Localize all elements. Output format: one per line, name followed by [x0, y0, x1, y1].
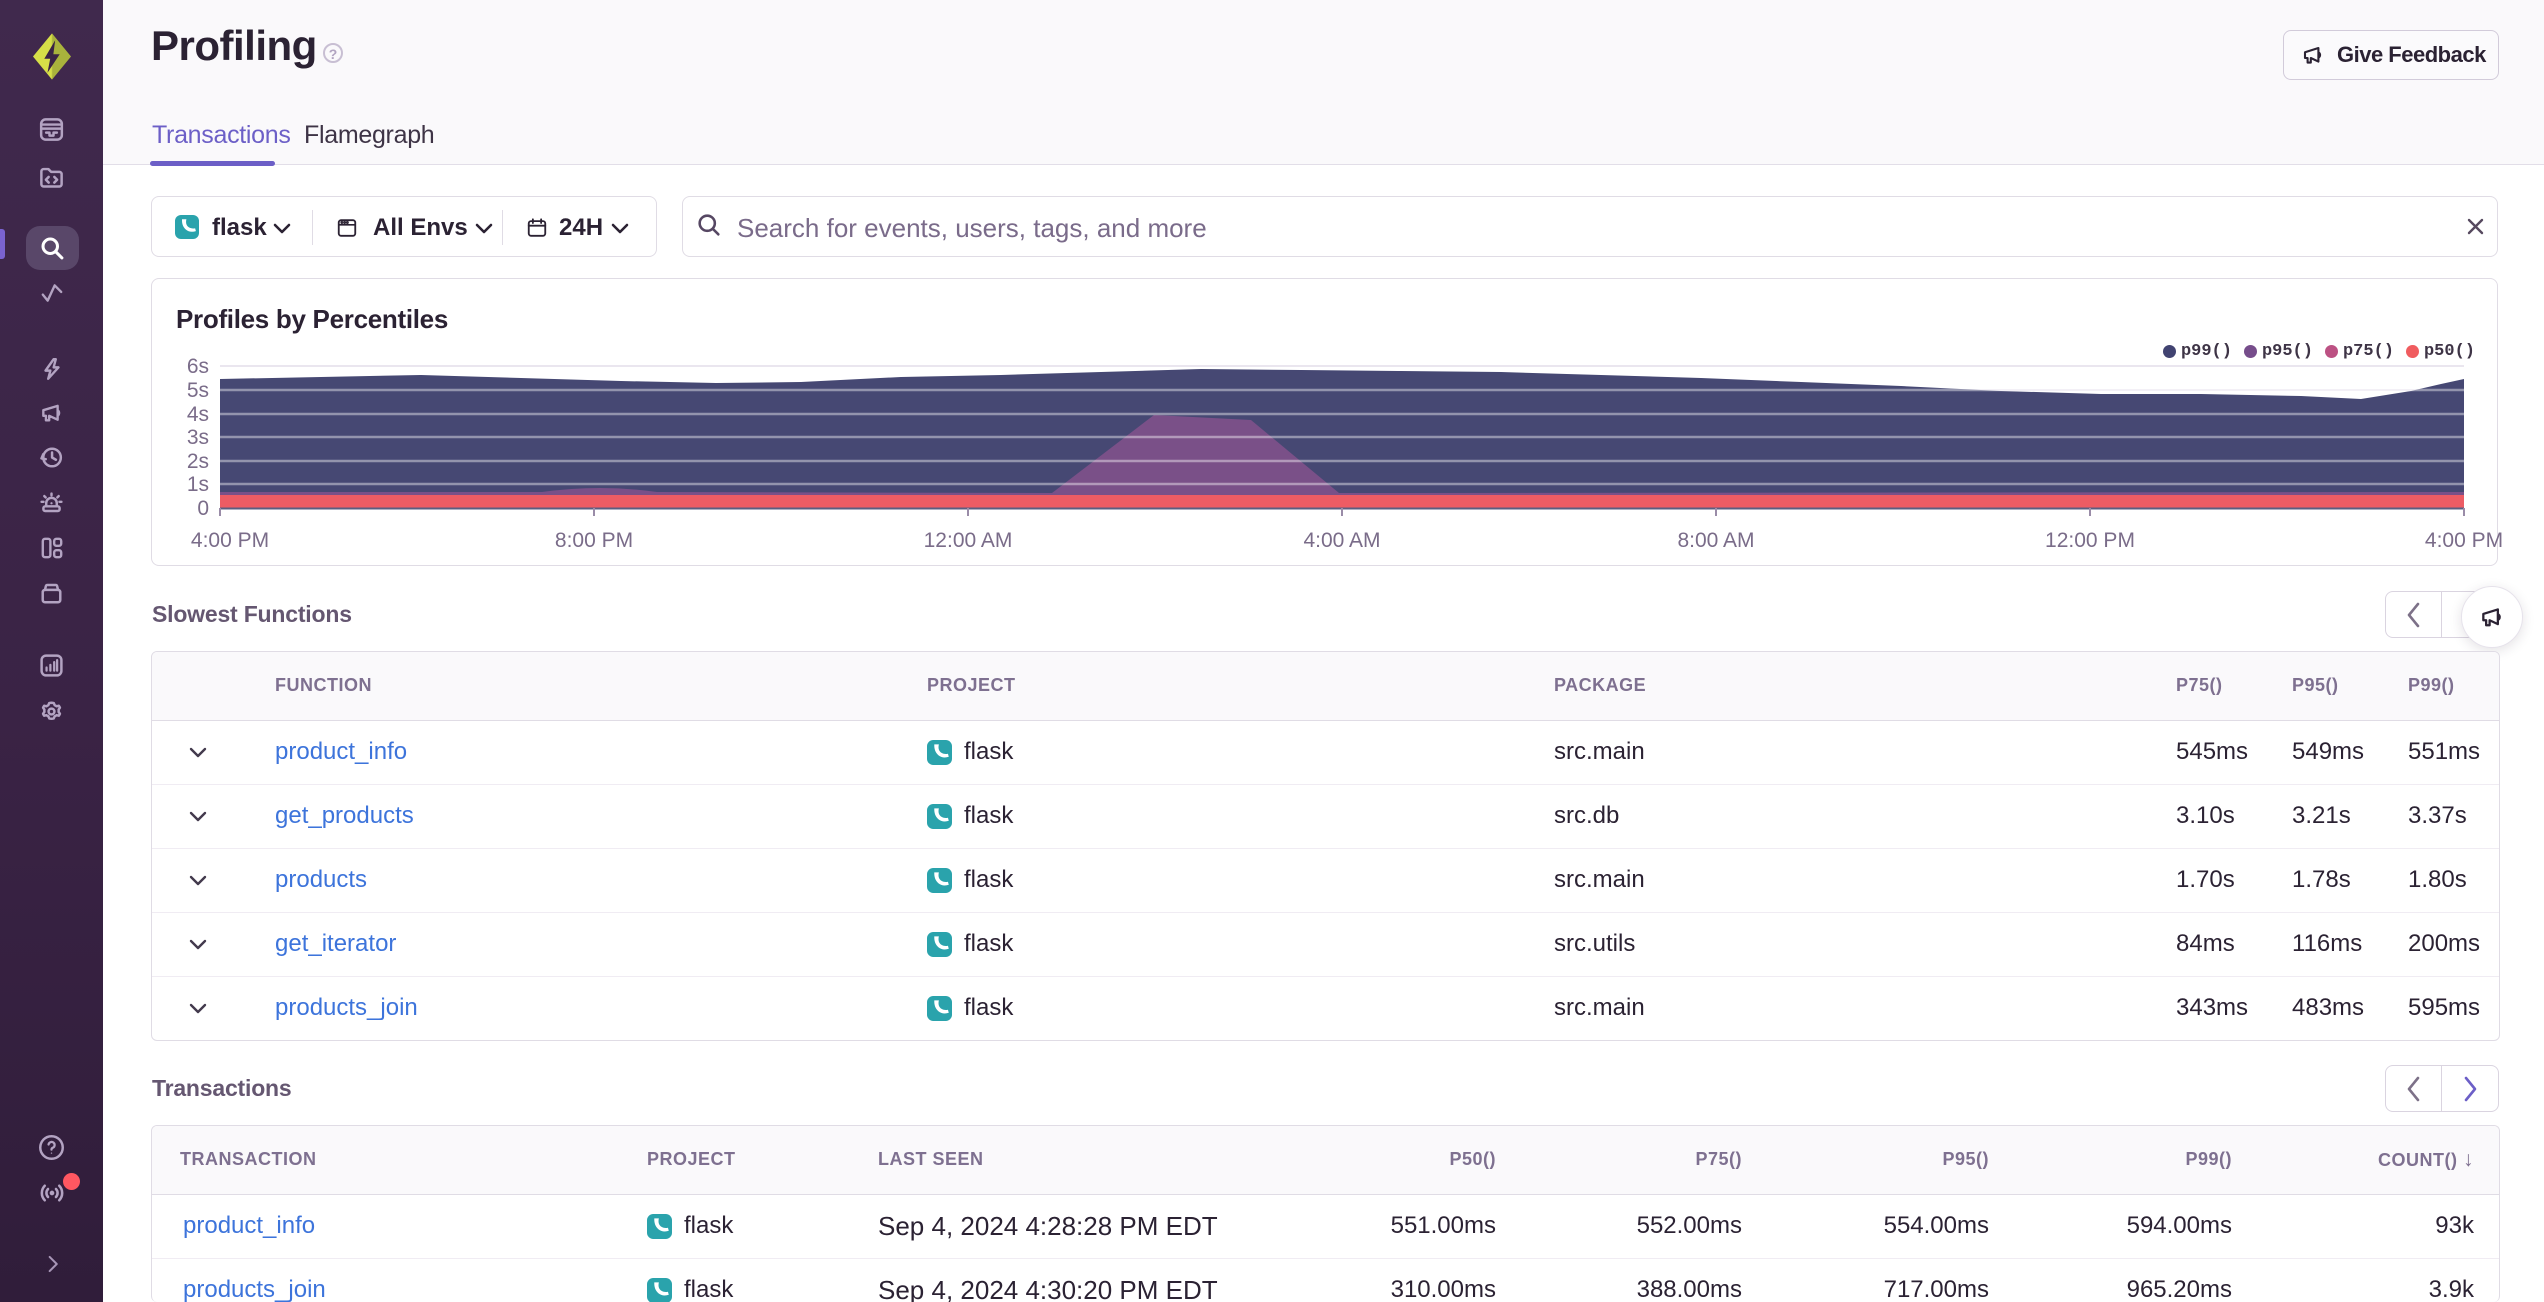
svg-text:6s: 6s [187, 355, 209, 378]
svg-text:4s: 4s [187, 403, 209, 426]
svg-text:8:00 AM: 8:00 AM [1677, 529, 1754, 552]
svg-text:2s: 2s [187, 450, 209, 473]
svg-text:4:00 AM: 4:00 AM [1303, 529, 1380, 552]
svg-text:1s: 1s [187, 473, 209, 496]
svg-text:12:00 AM: 12:00 AM [924, 529, 1013, 552]
svg-text:12:00 PM: 12:00 PM [2045, 529, 2135, 552]
svg-text:8:00 PM: 8:00 PM [555, 529, 633, 552]
svg-text:4:00 PM: 4:00 PM [2425, 529, 2503, 552]
svg-text:3s: 3s [187, 426, 209, 449]
svg-text:4:00 PM: 4:00 PM [191, 529, 269, 552]
svg-text:0: 0 [197, 497, 209, 520]
svg-text:5s: 5s [187, 379, 209, 402]
